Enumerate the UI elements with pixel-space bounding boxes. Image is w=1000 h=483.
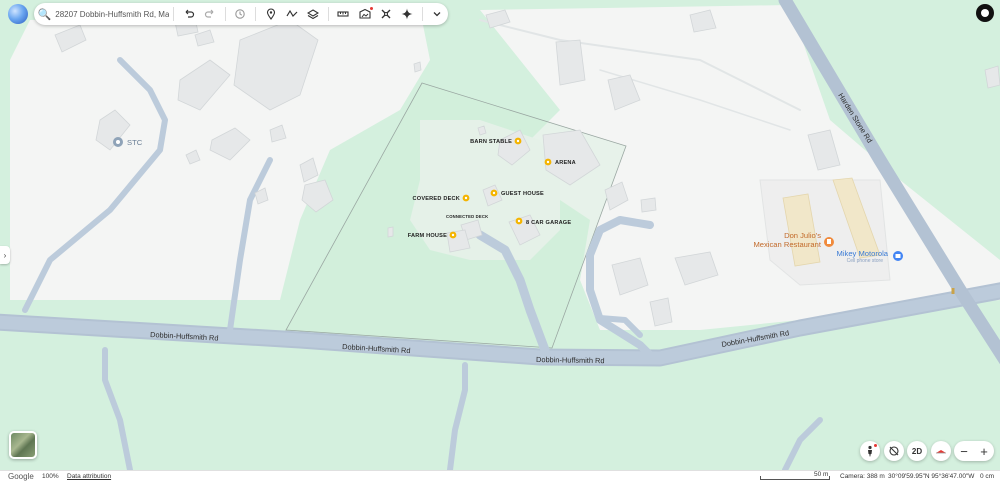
zoom-in-button[interactable]: + xyxy=(980,444,988,459)
search-icon[interactable]: 🔍 xyxy=(34,8,55,21)
search-bar: 🔍 xyxy=(34,3,448,25)
zoom-out-button[interactable]: − xyxy=(960,444,968,459)
undo-icon[interactable] xyxy=(178,3,199,25)
divider xyxy=(327,7,329,21)
path-icon[interactable] xyxy=(281,3,302,25)
compass-button[interactable] xyxy=(931,441,951,461)
divider xyxy=(224,7,226,21)
mode-2d-button[interactable]: 2D xyxy=(907,441,927,461)
google-logo: Google xyxy=(8,472,34,481)
notification-dot xyxy=(874,444,877,447)
divider xyxy=(173,7,175,21)
scale-label: 50 m xyxy=(814,471,829,478)
chevron-right-icon: › xyxy=(3,250,7,260)
map-canvas[interactable] xyxy=(0,0,1000,470)
camera-altitude: Camera: 388 m xyxy=(840,473,885,480)
elevation: 0 cm xyxy=(980,473,995,480)
coordinates: 30°09'59.95"N 95°36'47.00"W xyxy=(888,473,975,480)
zoom-control: − + xyxy=(954,441,994,461)
ruler-icon[interactable] xyxy=(333,3,354,25)
search-input[interactable] xyxy=(55,9,170,19)
pin-icon[interactable] xyxy=(260,3,281,25)
account-avatar[interactable] xyxy=(976,4,994,22)
divider xyxy=(255,7,256,21)
data-attribution-link[interactable]: Data attribution xyxy=(67,473,111,480)
pegman-button[interactable] xyxy=(860,441,880,461)
compass-icon xyxy=(936,450,946,454)
redo-icon[interactable] xyxy=(200,3,221,25)
status-bar: Google 100% Data attribution 50 m Camera… xyxy=(0,470,1000,483)
streetview-icon[interactable] xyxy=(375,3,396,25)
mode-2d-label: 2D xyxy=(911,446,923,456)
photo-icon[interactable] xyxy=(354,3,375,25)
layers-icon[interactable] xyxy=(303,3,324,25)
map-layer-thumbnail[interactable] xyxy=(9,431,37,459)
earth-logo[interactable] xyxy=(8,4,28,24)
divider xyxy=(421,7,423,21)
tilt-off-button[interactable] xyxy=(884,441,904,461)
history-icon[interactable] xyxy=(230,3,251,25)
no-tilt-icon xyxy=(889,446,899,456)
zoom-percent: 100% xyxy=(42,473,59,480)
side-panel-toggle[interactable]: › xyxy=(0,246,10,264)
sparkle-icon[interactable] xyxy=(397,3,418,25)
chevron-down-icon[interactable] xyxy=(427,3,448,25)
